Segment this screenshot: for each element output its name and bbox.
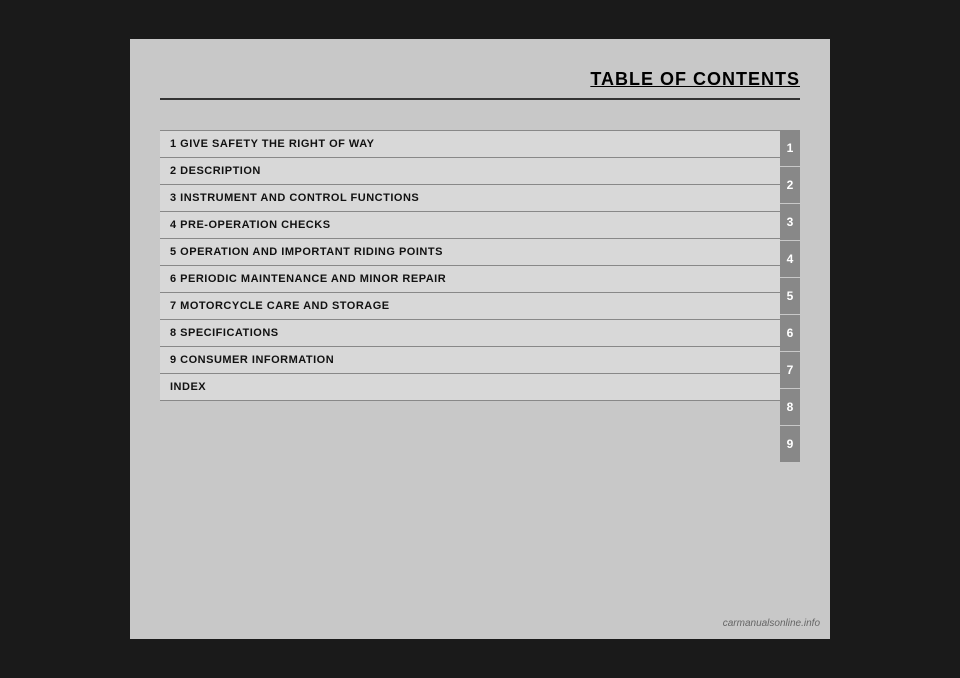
sidebar-numbers: 123456789 bbox=[780, 130, 800, 500]
toc-row: 2 DESCRIPTION bbox=[160, 157, 780, 184]
sidebar-chapter-number: 9 bbox=[780, 426, 800, 462]
page-title: TABLE OF CONTENTS bbox=[590, 69, 800, 89]
toc-row: 9 CONSUMER INFORMATION bbox=[160, 346, 780, 373]
toc-row: 1 GIVE SAFETY THE RIGHT OF WAY bbox=[160, 130, 780, 157]
toc-cell-label: INDEX bbox=[160, 374, 780, 400]
sidebar-chapter-number: 2 bbox=[780, 167, 800, 203]
toc-cell-label: 2 DESCRIPTION bbox=[160, 158, 780, 184]
toc-row: INDEX bbox=[160, 373, 780, 401]
page-container: TABLE OF CONTENTS 1 GIVE SAFETY THE RIGH… bbox=[130, 39, 830, 639]
toc-row: 4 PRE-OPERATION CHECKS bbox=[160, 211, 780, 238]
sidebar-index-placeholder bbox=[780, 463, 800, 499]
watermark: carmanualsonline.info bbox=[723, 618, 820, 629]
sidebar-chapter-number: 3 bbox=[780, 204, 800, 240]
toc-row: 6 PERIODIC MAINTENANCE AND MINOR REPAIR bbox=[160, 265, 780, 292]
sidebar-chapter-number: 4 bbox=[780, 241, 800, 277]
sidebar-chapter-number: 1 bbox=[780, 130, 800, 166]
toc-cell-label: 4 PRE-OPERATION CHECKS bbox=[160, 212, 780, 238]
sidebar-chapter-number: 7 bbox=[780, 352, 800, 388]
toc-cell-label: 5 OPERATION AND IMPORTANT RIDING POINTS bbox=[160, 239, 780, 265]
sidebar-chapter-number: 5 bbox=[780, 278, 800, 314]
toc-row: 3 INSTRUMENT AND CONTROL FUNCTIONS bbox=[160, 184, 780, 211]
sidebar-chapter-number: 6 bbox=[780, 315, 800, 351]
toc-cell-label: 7 MOTORCYCLE CARE AND STORAGE bbox=[160, 293, 780, 319]
toc-cell-label: 9 CONSUMER INFORMATION bbox=[160, 347, 780, 373]
toc-row: 5 OPERATION AND IMPORTANT RIDING POINTS bbox=[160, 238, 780, 265]
toc-row: 7 MOTORCYCLE CARE AND STORAGE bbox=[160, 292, 780, 319]
toc-cell-label: 1 GIVE SAFETY THE RIGHT OF WAY bbox=[160, 131, 780, 157]
sidebar-chapter-number: 8 bbox=[780, 389, 800, 425]
page-title-area: TABLE OF CONTENTS bbox=[160, 69, 800, 100]
toc-cell-label: 3 INSTRUMENT AND CONTROL FUNCTIONS bbox=[160, 185, 780, 211]
toc-cell-label: 8 SPECIFICATIONS bbox=[160, 320, 780, 346]
toc-cell-label: 6 PERIODIC MAINTENANCE AND MINOR REPAIR bbox=[160, 266, 780, 292]
toc-row: 8 SPECIFICATIONS bbox=[160, 319, 780, 346]
content-area: 1 GIVE SAFETY THE RIGHT OF WAY2 DESCRIPT… bbox=[160, 130, 800, 500]
toc-table: 1 GIVE SAFETY THE RIGHT OF WAY2 DESCRIPT… bbox=[160, 130, 780, 500]
